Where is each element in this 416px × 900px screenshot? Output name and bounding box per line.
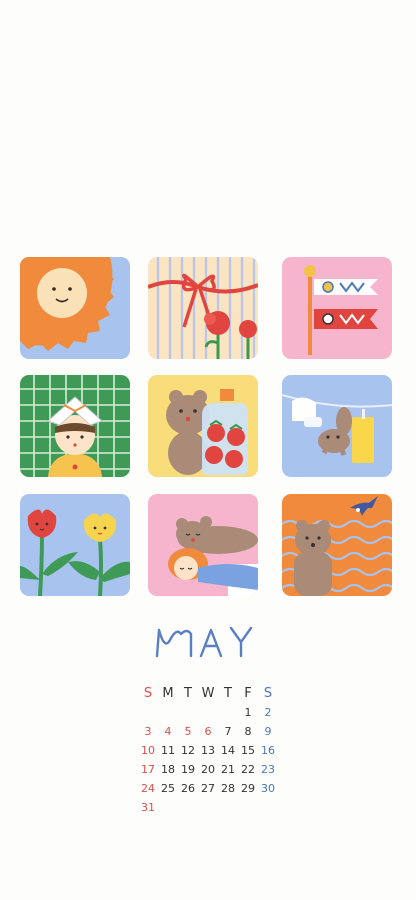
calendar-day: 6	[204, 725, 212, 738]
calendar-day: 15	[241, 744, 255, 757]
calendar-week: 3456789	[138, 722, 278, 741]
calendar-day: 1	[244, 706, 252, 719]
calendar-day: 23	[261, 763, 275, 776]
calendar-day: 30	[261, 782, 275, 795]
tulips-icon	[20, 494, 130, 596]
calendar-day: 17	[141, 763, 155, 776]
calendar-day: 12	[181, 744, 195, 757]
bear-laundry-line-icon	[282, 375, 392, 477]
weekday-saturday: S	[263, 686, 273, 701]
koinobori-carp-streamer-icon	[282, 257, 392, 359]
month-label: MAY	[263, 622, 264, 623]
calendar-days: 1 2 3 4 5 6 7 8 9 10 11 12 13 14 15 16 17 18 19 20 21 22 23 24 2…	[138, 703, 278, 817]
calendar-day: 29	[241, 782, 255, 795]
calendar-day: 3	[144, 725, 152, 738]
calendar-day: 28	[221, 782, 235, 795]
calendar: S M T W T F S 1 2 3 4 5 6 7 8 9 10 11 12 13 14 15 16 17 1…	[138, 684, 278, 817]
weekday-wednesday: W	[201, 686, 215, 701]
bear-strawberry-jar-icon	[148, 375, 258, 477]
calendar-day: 2	[264, 706, 272, 719]
calendar-day: 24	[141, 782, 155, 795]
calendar-week: 12	[138, 703, 278, 722]
calendar-day: 8	[244, 725, 252, 738]
month-title: MAY	[0, 622, 416, 666]
calendar-day: 7	[224, 725, 232, 738]
sun-icon	[20, 257, 130, 359]
illustration-grid	[20, 257, 395, 597]
calendar-day: 13	[201, 744, 215, 757]
calendar-week: 31	[138, 798, 278, 817]
weekday-header: S M T W T F S	[138, 684, 278, 703]
calendar-day: 9	[264, 725, 272, 738]
weekday-sunday: S	[143, 686, 153, 701]
calendar-day: 14	[221, 744, 235, 757]
calendar-day: 16	[261, 744, 275, 757]
child-paper-helmet-icon	[20, 375, 130, 477]
calendar-day: 26	[181, 782, 195, 795]
calendar-day: 25	[161, 782, 175, 795]
month-title-lettering	[155, 626, 253, 658]
calendar-day: 21	[221, 763, 235, 776]
weekday-tuesday: T	[184, 686, 192, 701]
calendar-week: 17 18 19 20 21 22 23	[138, 760, 278, 779]
calendar-day: 27	[201, 782, 215, 795]
weekday-monday: M	[162, 686, 174, 701]
sleeping-bear-girl-icon	[148, 494, 258, 596]
weekday-thursday: T	[224, 686, 232, 701]
calendar-day: 10	[141, 744, 155, 757]
bear-swallow-waves-icon	[282, 494, 392, 596]
calendar-day: 20	[201, 763, 215, 776]
calendar-day: 11	[161, 744, 175, 757]
gift-ribbon-carnation-icon	[148, 257, 258, 359]
calendar-week: 10 11 12 13 14 15 16	[138, 741, 278, 760]
calendar-day: 31	[141, 801, 155, 814]
calendar-day: 19	[181, 763, 195, 776]
calendar-day: 5	[184, 725, 192, 738]
weekday-friday: F	[244, 686, 252, 701]
calendar-day: 4	[164, 725, 172, 738]
calendar-day: 22	[241, 763, 255, 776]
calendar-week: 24 25 26 27 28 29 30	[138, 779, 278, 798]
calendar-day: 18	[161, 763, 175, 776]
